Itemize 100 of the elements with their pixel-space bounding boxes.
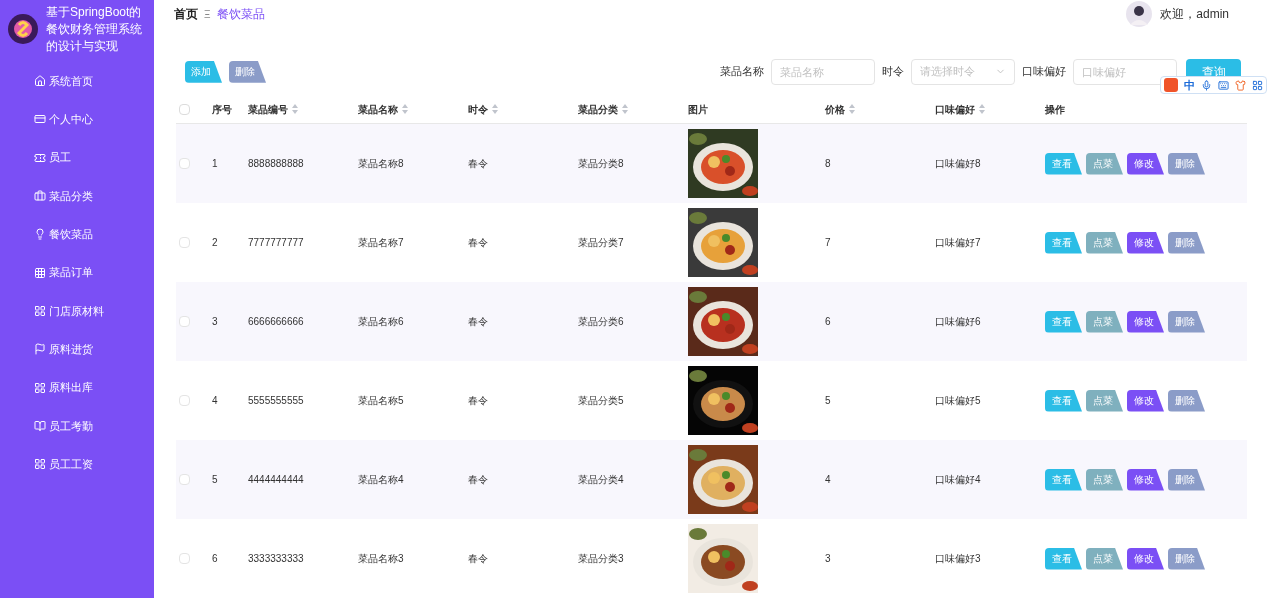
- breadcrumb-current: 餐饮菜品: [216, 6, 265, 24]
- column-header: 图片: [688, 102, 708, 117]
- delete-button[interactable]: 删除: [229, 60, 266, 83]
- column-header[interactable]: 菜品分类: [578, 101, 618, 117]
- column-header[interactable]: 价格: [825, 101, 845, 117]
- ime-logo-icon: [1164, 78, 1178, 93]
- table-cell-text: 春令: [467, 315, 489, 329]
- table-cell-text: 春令: [467, 552, 489, 566]
- breadcrumb-separator: Ξ: [204, 7, 211, 22]
- grid-icon[interactable]: [1252, 79, 1263, 91]
- table-cell-text: 春令: [467, 473, 489, 487]
- logo-icon: [8, 14, 38, 44]
- microphone-icon[interactable]: [1201, 79, 1212, 91]
- search-field[interactable]: 口味偏好: [1073, 58, 1177, 85]
- sort-icon[interactable]: [979, 104, 985, 114]
- sidebar-item[interactable]: 个人中心: [0, 100, 154, 139]
- action-button[interactable]: 删除: [1168, 468, 1205, 491]
- table-cell-text: 菜品分类6: [577, 315, 625, 329]
- sort-icon[interactable]: [402, 104, 408, 114]
- checkbox[interactable]: [179, 395, 190, 406]
- checkbox[interactable]: [179, 158, 190, 169]
- welcome-text: 欢迎，admin: [1160, 6, 1229, 24]
- column-header[interactable]: 菜品名称: [358, 101, 398, 117]
- table-cell-text: 菜品分类4: [577, 473, 625, 487]
- menu-icon: [34, 381, 46, 394]
- table-cell-text: 口味偏好6: [934, 315, 982, 329]
- action-button[interactable]: 修改: [1127, 231, 1164, 254]
- table-cell-text: 菜品名称5: [357, 394, 405, 408]
- sidebar-item[interactable]: 菜品分类: [0, 176, 154, 216]
- table-cell-text: 口味偏好4: [934, 473, 982, 487]
- sidebar-item[interactable]: 员工: [0, 138, 154, 177]
- checkbox[interactable]: [179, 103, 190, 115]
- table-cell-text: 6666666666: [247, 315, 305, 329]
- table-cell-text: 4: [211, 394, 219, 408]
- action-button[interactable]: 删除: [1168, 310, 1205, 333]
- sidebar-item[interactable]: 门店原材料: [0, 291, 154, 331]
- column-header[interactable]: 时令: [468, 101, 488, 117]
- table-cell-text: 1: [211, 157, 219, 171]
- action-button[interactable]: 删除: [1168, 389, 1205, 412]
- menu-icon: [34, 419, 46, 432]
- table-cell-text: 4: [824, 473, 832, 487]
- table-cell-text: 春令: [467, 157, 489, 171]
- shirt-icon[interactable]: [1235, 79, 1246, 91]
- sort-icon[interactable]: [292, 104, 298, 114]
- table-cell-text: 6: [211, 552, 219, 566]
- search-label: 口味偏好: [1022, 64, 1066, 80]
- action-button[interactable]: 修改: [1127, 468, 1164, 491]
- sidebar-item[interactable]: 员工工资: [0, 444, 154, 484]
- column-header: 操作: [1045, 102, 1065, 117]
- sort-icon[interactable]: [849, 104, 855, 114]
- table-cell-text: 菜品名称7: [357, 236, 405, 250]
- checkbox[interactable]: [179, 553, 190, 564]
- table-cell-text: 8: [824, 157, 832, 171]
- table-cell-text: 3: [211, 315, 219, 329]
- column-header[interactable]: 菜品编号: [248, 101, 288, 117]
- table-cell-text: 7777777777: [247, 236, 305, 250]
- menu-icon: [34, 304, 46, 317]
- table-cell-text: 菜品分类5: [577, 394, 625, 408]
- action-button[interactable]: 删除: [1168, 547, 1205, 570]
- sidebar-item[interactable]: 员工考勤: [0, 406, 154, 445]
- ime-toolbar[interactable]: 中: [1160, 76, 1267, 95]
- sidebar-item[interactable]: 菜品订单: [0, 253, 154, 292]
- table-cell-text: 8888888888: [247, 157, 305, 171]
- table-cell-text: 菜品分类3: [577, 552, 625, 566]
- sidebar-item[interactable]: 原料出库: [0, 368, 154, 407]
- action-button[interactable]: 修改: [1127, 310, 1164, 333]
- action-button[interactable]: 修改: [1127, 389, 1164, 412]
- menu-icon: [34, 458, 46, 471]
- sort-icon[interactable]: [622, 104, 628, 114]
- table-cell-text: 7: [824, 236, 832, 250]
- menu-icon: [34, 228, 46, 241]
- menu-icon: [34, 75, 46, 88]
- table-cell-text: 菜品名称6: [357, 315, 405, 329]
- menu-icon: [34, 266, 46, 279]
- action-button[interactable]: 修改: [1127, 152, 1164, 175]
- action-button[interactable]: 删除: [1168, 231, 1205, 254]
- table-cell-text: 菜品名称3: [357, 552, 405, 566]
- sidebar-item[interactable]: 原料进货: [0, 330, 154, 369]
- table-cell-text: 菜品分类7: [577, 236, 625, 250]
- table-cell-text: 口味偏好7: [934, 236, 982, 250]
- sidebar-item[interactable]: 餐饮菜品: [0, 215, 154, 254]
- action-button[interactable]: 删除: [1168, 152, 1205, 175]
- table-cell-text: 口味偏好8: [934, 157, 982, 171]
- sort-icon[interactable]: [492, 104, 498, 114]
- menu-icon: [34, 113, 46, 126]
- checkbox[interactable]: [179, 316, 190, 327]
- action-button[interactable]: 修改: [1127, 547, 1164, 570]
- column-header[interactable]: 口味偏好: [935, 101, 975, 117]
- search-label: 菜品名称: [720, 64, 764, 80]
- breadcrumb-home[interactable]: 首页: [174, 5, 198, 24]
- search-label: 时令: [882, 64, 904, 80]
- checkbox[interactable]: [179, 237, 190, 248]
- table-cell-text: 春令: [467, 236, 489, 250]
- checkbox[interactable]: [179, 474, 190, 485]
- avatar: [1126, 1, 1153, 28]
- keyboard-icon[interactable]: [1218, 79, 1229, 91]
- column-header: 序号: [212, 102, 232, 117]
- table-cell-text: 5: [211, 473, 219, 487]
- table-cell-text: 5555555555: [247, 394, 305, 408]
- sidebar-item[interactable]: 系统首页: [0, 62, 154, 101]
